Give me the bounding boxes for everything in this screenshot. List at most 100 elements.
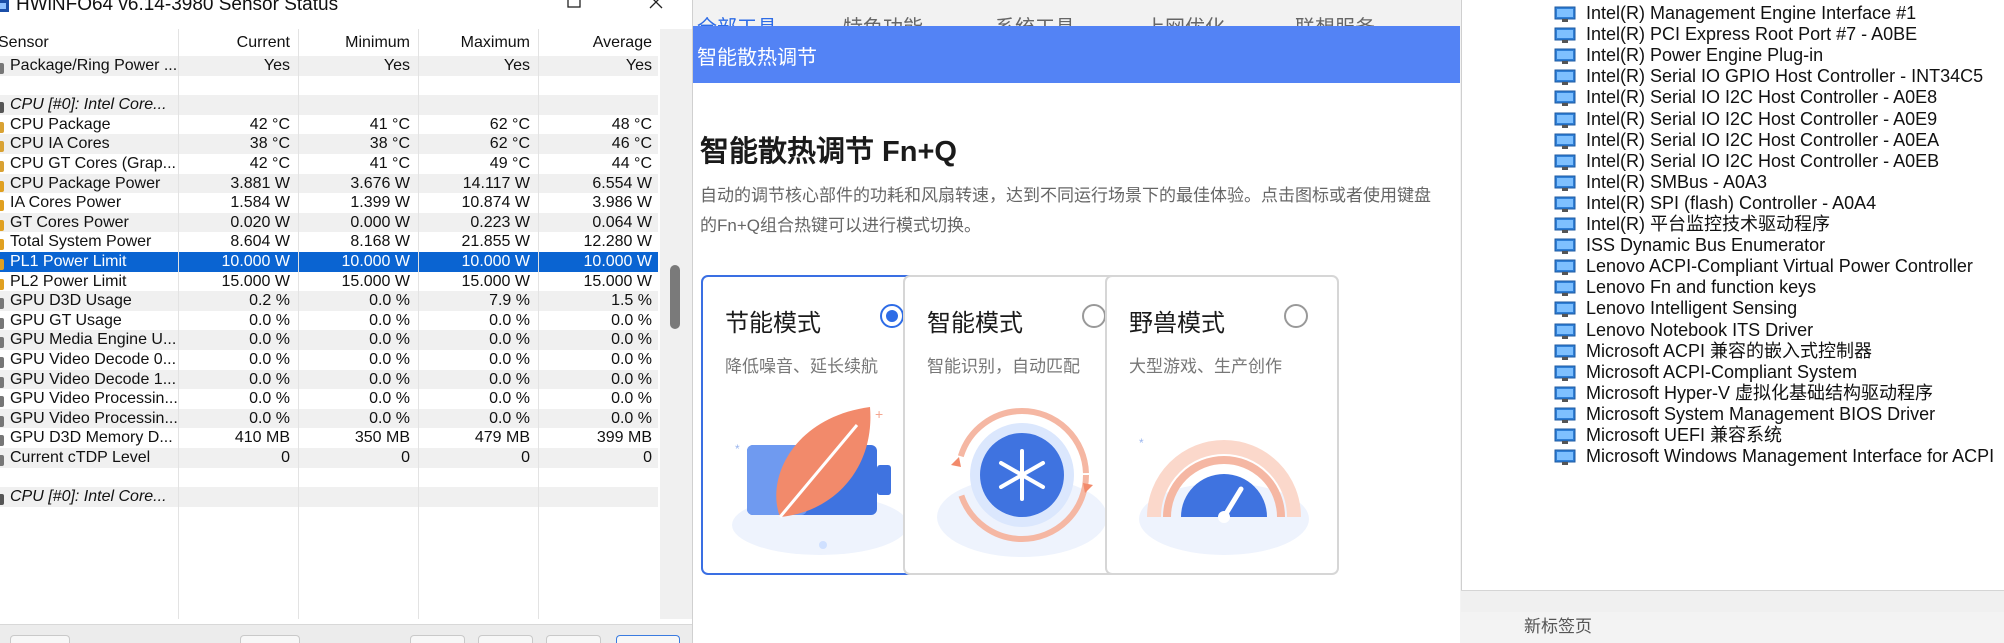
column-divider <box>538 29 539 619</box>
sensor-row[interactable]: GPU Video Processin... 0.0 % 0.0 % 0.0 % 0.0… <box>0 408 658 429</box>
monitor-device-icon <box>1554 196 1576 212</box>
sensor-row[interactable]: PL2 Power Limit 15.000 W 15.000 W 15.000 W 1… <box>0 272 658 292</box>
sensor-name: CPU Package Power <box>10 174 161 192</box>
value-maximum: 49 °C <box>489 155 530 172</box>
mode-card-beast[interactable]: 野兽模式 大型游戏、生产创作 * <box>1105 275 1339 575</box>
value-average: 0.0 % <box>611 409 652 427</box>
sensor-name: Total System Power <box>10 233 152 251</box>
nav-tab-service[interactable]: 联想服务 <box>1295 11 1375 26</box>
thermometer-icon <box>0 141 4 153</box>
mode-radio[interactable] <box>1082 304 1106 328</box>
sensor-row[interactable]: GPU Video Processin... 0.0 % 0.0 % 0.0 % 0.0… <box>0 389 658 409</box>
value-maximum: 10.000 W <box>461 253 530 270</box>
value-average: 0.064 W <box>592 213 652 231</box>
horizontal-scrollbar[interactable] <box>1461 590 2004 612</box>
toolbar-button[interactable] <box>546 635 601 643</box>
mode-subtitle: 智能识别，自动匹配 <box>927 357 1080 376</box>
value-current: 0.0 % <box>249 370 290 388</box>
sensor-row[interactable]: CPU Package 42 °C 41 °C 62 °C 48 °C <box>0 115 658 135</box>
sensor-row[interactable]: Package/Ring Power ... Yes Yes Yes Yes <box>0 56 658 76</box>
sensor-name: GPU D3D Memory D... <box>10 429 173 447</box>
value-average: 1.5 % <box>611 292 652 310</box>
value-current: 0.0 % <box>249 351 290 368</box>
value-current: 8.604 W <box>230 233 290 251</box>
value-maximum <box>418 95 530 115</box>
sensor-row[interactable]: CPU Package Power 3.881 W 3.676 W 14.117 W 6… <box>0 173 658 194</box>
monitor-device-icon <box>1554 175 1576 191</box>
monitor-device-icon <box>1554 344 1576 360</box>
mode-card-power-saving[interactable]: 节能模式 降低噪音、延长续航 * + <box>701 275 935 575</box>
sensor-row[interactable]: GPU D3D Usage 0.2 % 0.0 % 7.9 % 1.5 % <box>0 291 658 311</box>
toolbar-button[interactable] <box>478 635 533 643</box>
hwinfo-app-icon <box>0 0 9 12</box>
value-maximum: 7.9 % <box>489 292 530 310</box>
toolbar-button[interactable] <box>616 635 680 643</box>
sensor-row[interactable]: GPU Video Decode 1... 0.0 % 0.0 % 0.0 % 0.0 … <box>0 369 658 390</box>
nav-tab-system-tools[interactable]: 系统工具 <box>995 11 1075 26</box>
sensor-row[interactable]: IA Cores Power 1.584 W 1.399 W 10.874 W 3.98… <box>0 193 658 213</box>
scrollbar-thumb[interactable] <box>670 265 680 329</box>
sensor-row[interactable]: CPU [#0]: Intel Core... <box>0 487 658 507</box>
value-minimum: 0.0 % <box>369 370 410 388</box>
sensor-row[interactable]: GPU Media Engine U... 0.0 % 0.0 % 0.0 % 0.0 … <box>0 330 658 350</box>
sensor-row[interactable]: CPU IA Cores 38 °C 38 °C 62 °C 46 °C <box>0 134 658 154</box>
sensor-row-selected[interactable]: PL1 Power Limit 10.000 W 10.000 W 10.000 W 1… <box>0 252 658 272</box>
sensor-row[interactable]: CPU [#0]: Intel Core... <box>0 95 658 115</box>
sensor-row[interactable]: GT Cores Power 0.020 W 0.000 W 0.223 W 0.064… <box>0 212 658 233</box>
value-average: 6.554 W <box>592 174 652 192</box>
sensor-row[interactable]: Current cTDP Level 0 0 0 0 <box>0 448 658 468</box>
value-minimum: 0.0 % <box>369 292 410 310</box>
close-button[interactable] <box>636 0 676 16</box>
mode-card-smart[interactable]: 智能模式 智能识别，自动匹配 <box>903 275 1137 575</box>
nav-tab-features[interactable]: 特色功能 <box>843 11 923 26</box>
monitor-device-icon <box>1554 154 1576 170</box>
header-average[interactable]: Average <box>538 29 652 56</box>
header-minimum[interactable]: Minimum <box>298 29 410 56</box>
maximize-button[interactable] <box>554 0 594 16</box>
monitor-device-icon <box>1554 301 1576 318</box>
vertical-scrollbar[interactable] <box>660 29 692 619</box>
value-minimum: 350 MB <box>354 429 410 447</box>
chip-icon <box>0 494 4 506</box>
thermometer-icon <box>0 121 4 133</box>
nav-tab-all-tools[interactable]: 全部工具 <box>697 11 777 26</box>
value-average: 0.0 % <box>611 311 652 329</box>
sensor-row[interactable]: Total System Power 8.604 W 8.168 W 21.855 W… <box>0 232 658 252</box>
header-sensor[interactable]: Sensor <box>0 29 166 56</box>
sensor-row[interactable] <box>0 468 658 488</box>
sensor-row[interactable] <box>0 76 658 96</box>
sensor-name: PL1 Power Limit <box>10 253 127 270</box>
sensor-row[interactable]: GPU D3D Memory D... 410 MB 350 MB 479 MB 399… <box>0 428 658 448</box>
mode-subtitle: 大型游戏、生产创作 <box>1129 357 1282 376</box>
value-maximum: 0.223 W <box>470 213 530 231</box>
header-current[interactable]: Current <box>178 29 290 56</box>
value-maximum: 0.0 % <box>489 331 530 349</box>
sensor-row[interactable]: GPU GT Usage 0.0 % 0.0 % 0.0 % 0.0 % <box>0 311 658 331</box>
header-maximum[interactable]: Maximum <box>418 29 530 56</box>
value-maximum <box>418 468 530 488</box>
value-minimum: 8.168 W <box>350 233 410 251</box>
value-maximum: 0.0 % <box>489 311 530 329</box>
toolbar-button[interactable] <box>10 635 70 643</box>
svg-text:+: + <box>875 406 883 422</box>
monitor-device-icon <box>1554 238 1576 255</box>
value-average <box>538 95 652 115</box>
mode-subtitle: 降低噪音、延长续航 <box>725 357 878 376</box>
value-average: 46 °C <box>611 135 652 153</box>
lightning-icon <box>0 219 4 231</box>
toolbar-button[interactable] <box>410 635 465 643</box>
sensor-name: GPU Video Processin... <box>10 409 178 427</box>
value-maximum: 0 <box>521 449 530 466</box>
mode-title: 智能模式 <box>927 310 1023 337</box>
toolbar-button[interactable] <box>240 635 300 643</box>
sensor-row[interactable]: CPU GT Cores (Grap... 42 °C 41 °C 49 °C 44 °… <box>0 154 658 174</box>
nav-tab-network[interactable]: 上网优化 <box>1145 11 1225 26</box>
mode-radio[interactable] <box>1284 304 1308 328</box>
value-maximum: 0.0 % <box>489 390 530 408</box>
lenovo-window: 全部工具 特色功能 系统工具 上网优化 联想服务 智能散热调节 智能散热调节 F… <box>692 0 1460 643</box>
mode-radio[interactable] <box>880 304 904 328</box>
status-text: 新标签页 <box>1524 617 1592 636</box>
minimize-button[interactable] <box>496 0 536 16</box>
gauge-icon <box>0 435 4 447</box>
sensor-row[interactable]: GPU Video Decode 0... 0.0 % 0.0 % 0.0 % 0.0 … <box>0 350 658 370</box>
